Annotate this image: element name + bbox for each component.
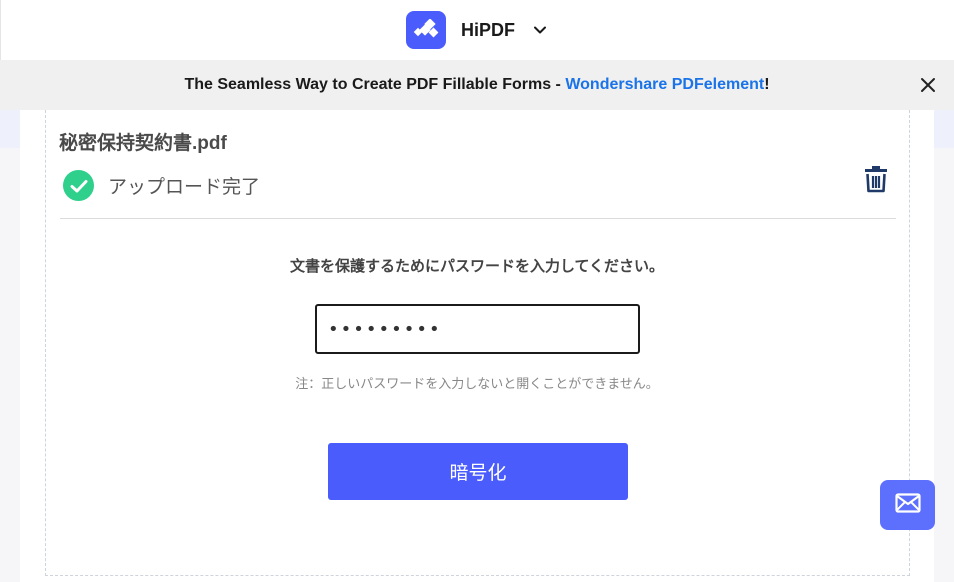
top-bar: HiPDF (0, 0, 954, 60)
check-circle-icon (63, 170, 94, 201)
brand-name: HiPDF (461, 19, 515, 40)
banner-text: The Seamless Way to Create PDF Fillable … (184, 76, 769, 94)
pdfelement-link[interactable]: Wondershare PDFelement (565, 76, 764, 93)
background-left (0, 148, 20, 582)
brand-menu[interactable]: HiPDF (406, 11, 546, 49)
upload-status: アップロード完了 (63, 170, 260, 201)
encrypt-button[interactable]: 暗号化 (328, 443, 628, 500)
mail-icon (894, 493, 921, 517)
password-note: 注：正しいパスワードを入力しないと開くことができません。 (295, 377, 659, 392)
banner-message: The Seamless Way to Create PDF Fillable … (184, 76, 566, 93)
chevron-down-icon[interactable] (534, 26, 546, 34)
background-right (934, 148, 954, 582)
hipdf-logo-icon (406, 11, 446, 49)
promo-banner: The Seamless Way to Create PDF Fillable … (0, 60, 954, 110)
mail-button[interactable] (880, 480, 935, 530)
file-name: 秘密保持契約書.pdf (59, 133, 227, 154)
status-text: アップロード完了 (108, 176, 261, 198)
password-prompt: 文書を保護するためにパスワードを入力してください。 (289, 257, 665, 275)
close-icon[interactable] (919, 76, 937, 94)
divider (60, 218, 896, 219)
banner-suffix: ! (764, 76, 770, 93)
password-field[interactable] (315, 304, 640, 354)
trash-icon[interactable] (863, 165, 889, 193)
